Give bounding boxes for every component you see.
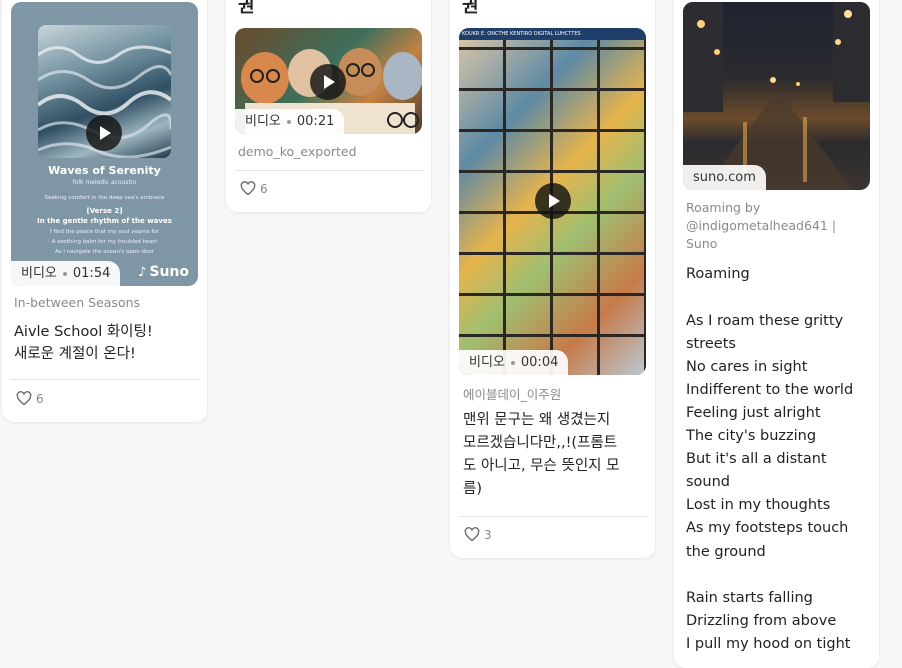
art-lyric-1: [Verse 2] xyxy=(86,207,123,215)
art-lyric-3: I find the peace that my soul yearns for xyxy=(50,229,159,235)
post-card-waves[interactable]: Waves of Serenity folk melodic acoustin … xyxy=(2,0,207,422)
art-lyric-4: A soothing balm for my troubled heart xyxy=(51,239,158,245)
author-name[interactable]: In-between Seasons xyxy=(14,295,140,310)
card-heading: 권 xyxy=(238,0,255,17)
lyric-line-5: Indifferent to the world xyxy=(686,382,854,398)
video-thumbnail[interactable]: Waves of Serenity folk melodic acoustin … xyxy=(11,2,198,286)
play-button[interactable] xyxy=(535,183,571,219)
lyric-line-15: Drizzling from above xyxy=(686,613,837,629)
play-button[interactable] xyxy=(86,115,122,151)
like-button[interactable]: 3 xyxy=(464,527,492,542)
separator-dot xyxy=(510,360,515,365)
like-button[interactable]: 6 xyxy=(16,391,44,406)
source-badge[interactable]: suno.com xyxy=(683,165,766,190)
separator-dot xyxy=(286,119,291,124)
lyric-line-2: As I roam these gritty xyxy=(686,313,844,329)
lyric-line-12: the ground xyxy=(686,544,766,560)
heart-icon xyxy=(16,391,32,406)
author-name[interactable]: 에이블데이_이주원 xyxy=(463,384,561,403)
art-lyric-0: Seeking comfort in the deep sea's embrac… xyxy=(44,195,165,201)
lyric-line-7: The city's buzzing xyxy=(686,428,817,444)
video-thumbnail[interactable]: KOUKR E. ONCTHE KENTIRO DIGITAL LUHCTTES… xyxy=(459,28,646,375)
lyric-line-11: As my footsteps touch xyxy=(686,520,849,536)
card-divider xyxy=(459,516,647,517)
duration: 00:21 xyxy=(296,114,335,129)
suno-logo: ♪ Suno xyxy=(138,264,189,280)
badge-type: 비디오 xyxy=(245,114,281,129)
duration-badge: 비디오 00:21 xyxy=(235,109,345,134)
art-title: Waves of Serenity xyxy=(48,164,161,177)
card-divider xyxy=(10,379,200,380)
post-card-video-grid[interactable]: 권 KOUKR E. ONCTHE KENTIRO DIGITAL LUHCTT… xyxy=(450,0,655,558)
like-button[interactable]: 6 xyxy=(240,181,268,196)
lyric-line-3: streets xyxy=(686,336,736,352)
lyric-line-14: Rain starts falling xyxy=(686,590,813,606)
card-heading: 권 xyxy=(462,0,479,17)
suno-logo-icon: ♪ xyxy=(138,264,147,280)
art-subtitle: folk melodic acoustin xyxy=(72,179,137,186)
lyric-line-0: Roaming xyxy=(686,266,750,282)
duration: 00:04 xyxy=(520,355,559,370)
badge-type: 비디오 xyxy=(469,355,505,370)
lyric-line-4: No cares in sight xyxy=(686,359,808,375)
art-lyric-2: In the gentle rhythm of the waves xyxy=(37,217,172,225)
separator-dot xyxy=(62,271,67,276)
lyric-line-6: Feeling just alright xyxy=(686,405,821,421)
heart-icon xyxy=(240,181,256,196)
like-count: 6 xyxy=(36,391,44,406)
author-name[interactable]: demo_ko_exported xyxy=(238,144,357,159)
post-title-line-2: 도 아니고, 무슨 뜻인지 모 xyxy=(463,458,620,474)
badge-type: 비디오 xyxy=(21,266,57,281)
lyric-line-9: sound xyxy=(686,474,731,490)
link-thumbnail[interactable]: suno.com xyxy=(683,2,870,190)
like-count: 6 xyxy=(260,181,268,196)
duration-badge: 비디오 01:54 xyxy=(11,261,121,286)
lyric-line-16: I pull my hood on tight xyxy=(686,636,851,652)
play-button[interactable] xyxy=(310,64,346,100)
post-card-roaming[interactable]: suno.com Roaming by @indigometalhead641 … xyxy=(674,0,879,668)
heart-icon xyxy=(464,527,480,542)
post-title-line-0: Aivle School 화이팅! xyxy=(14,324,153,340)
post-title-line-3: 름) xyxy=(463,481,482,497)
card-divider xyxy=(236,170,424,171)
lyric-line-10: Lost in my thoughts xyxy=(686,497,831,513)
like-count: 3 xyxy=(484,527,492,542)
duration: 01:54 xyxy=(72,266,111,281)
caption-line-1[interactable]: @indigometalhead641 | xyxy=(686,218,836,233)
video-thumbnail[interactable]: 비디오 00:21 xyxy=(235,28,422,134)
post-title-line-1: 새로운 계절이 온다! xyxy=(14,346,136,362)
duration-badge: 비디오 00:04 xyxy=(459,350,569,375)
lyric-line-8: But it's all a distant xyxy=(686,451,827,467)
art-banner: KOUKR E. ONCTHE KENTIRO DIGITAL LUHCTTES xyxy=(459,28,646,40)
art-lyric-5: As I navigate the ocean's open door xyxy=(54,249,155,255)
post-title-line-1: 모르겠습니다만,,!(프롬트 xyxy=(463,435,618,451)
post-title-line-0: 맨위 문구는 왜 생겼는지 xyxy=(463,412,611,428)
caption-line-0: Roaming by xyxy=(686,200,761,215)
caption-line-2: Suno xyxy=(686,236,718,251)
post-card-cats[interactable]: 권 비디오 00:21 demo_ko_exported 6 xyxy=(226,0,431,212)
street-artwork xyxy=(683,2,870,190)
